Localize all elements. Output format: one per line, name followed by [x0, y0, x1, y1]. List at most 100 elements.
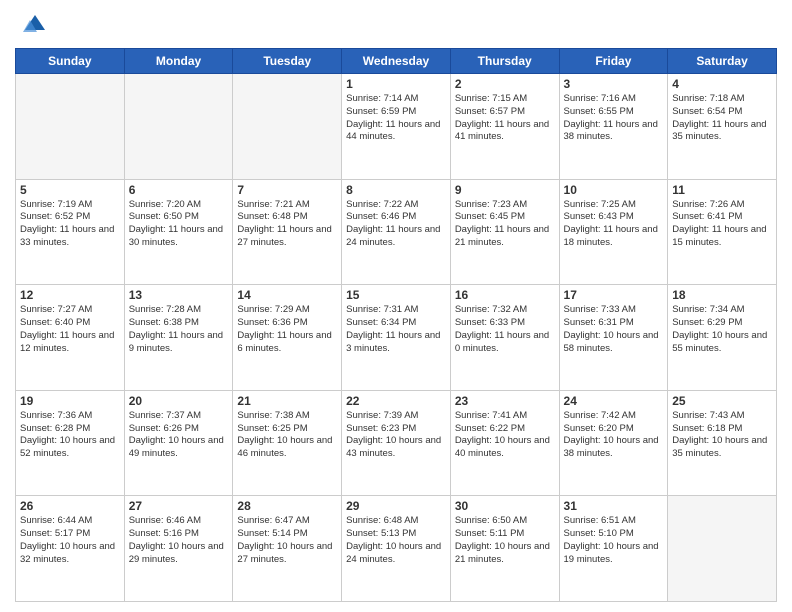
calendar-cell: 22Sunrise: 7:39 AM Sunset: 6:23 PM Dayli… — [342, 390, 451, 496]
calendar-cell: 23 Sunrise: 7:41 AM Sunset: 6:22 PM Dayli… — [450, 390, 559, 496]
day-info: Sunrise: 7:38 AM Sunset: 6:25 PM Dayligh… — [237, 410, 337, 461]
calendar-cell: 21Sunrise: 7:38 AM Sunset: 6:25 PM Dayli… — [233, 390, 342, 496]
day-info: Sunrise: 6:44 AM Sunset: 5:17 PM Dayligh… — [20, 515, 120, 566]
calendar-cell: 26 Sunrise: 6:44 AM Sunset: 5:17 PM Dayli… — [16, 496, 125, 602]
day-info: Sunrise: 7:37 AM Sunset: 6:26 PM Dayligh… — [129, 410, 229, 461]
day-number: 2 — [455, 77, 555, 91]
day-number: 19 — [20, 394, 120, 408]
day-number: 13 — [129, 288, 229, 302]
calendar-cell: 8 Sunrise: 7:22 AM Sunset: 6:46 PM Daylig… — [342, 179, 451, 285]
day-number: 1 — [346, 77, 446, 91]
day-number: 14 — [237, 288, 337, 302]
day-number: 23 — [455, 394, 555, 408]
day-info: Sunrise: 7:16 AM Sunset: 6:55 PM Dayligh… — [564, 93, 664, 144]
calendar-cell: 28Sunrise: 6:47 AM Sunset: 5:14 PM Dayli… — [233, 496, 342, 602]
calendar-cell: 18 Sunrise: 7:34 AM Sunset: 6:29 PM Dayli… — [668, 285, 777, 391]
day-info: Sunrise: 7:42 AM Sunset: 6:20 PM Dayligh… — [564, 410, 664, 461]
calendar-week-1: 5Sunrise: 7:19 AM Sunset: 6:52 PM Daylig… — [16, 179, 777, 285]
day-number: 28 — [237, 499, 337, 513]
day-info: Sunrise: 6:46 AM Sunset: 5:16 PM Dayligh… — [129, 515, 229, 566]
day-number: 20 — [129, 394, 229, 408]
day-number: 11 — [672, 183, 772, 197]
calendar-cell: 15 Sunrise: 7:31 AM Sunset: 6:34 PM Dayli… — [342, 285, 451, 391]
day-number: 15 — [346, 288, 446, 302]
day-number: 30 — [455, 499, 555, 513]
day-number: 18 — [672, 288, 772, 302]
calendar-week-2: 12Sunrise: 7:27 AM Sunset: 6:40 PM Dayli… — [16, 285, 777, 391]
day-info: Sunrise: 7:32 AM Sunset: 6:33 PM Dayligh… — [455, 304, 555, 355]
calendar-cell: 25 Sunrise: 7:43 AM Sunset: 6:18 PM Dayli… — [668, 390, 777, 496]
calendar-cell — [16, 74, 125, 180]
day-info: Sunrise: 7:36 AM Sunset: 6:28 PM Dayligh… — [20, 410, 120, 461]
page: SundayMondayTuesdayWednesdayThursdayFrid… — [0, 0, 792, 612]
day-info: Sunrise: 7:43 AM Sunset: 6:18 PM Dayligh… — [672, 410, 772, 461]
calendar-cell: 6 Sunrise: 7:20 AM Sunset: 6:50 PM Daylig… — [124, 179, 233, 285]
day-info: Sunrise: 6:51 AM Sunset: 5:10 PM Dayligh… — [564, 515, 664, 566]
day-number: 6 — [129, 183, 229, 197]
day-info: Sunrise: 7:15 AM Sunset: 6:57 PM Dayligh… — [455, 93, 555, 144]
logo — [15, 10, 49, 40]
day-number: 27 — [129, 499, 229, 513]
day-info: Sunrise: 7:18 AM Sunset: 6:54 PM Dayligh… — [672, 93, 772, 144]
day-info: Sunrise: 6:48 AM Sunset: 5:13 PM Dayligh… — [346, 515, 446, 566]
day-info: Sunrise: 7:31 AM Sunset: 6:34 PM Dayligh… — [346, 304, 446, 355]
calendar-cell: 27 Sunrise: 6:46 AM Sunset: 5:16 PM Dayli… — [124, 496, 233, 602]
day-info: Sunrise: 7:20 AM Sunset: 6:50 PM Dayligh… — [129, 199, 229, 250]
calendar-cell: 20 Sunrise: 7:37 AM Sunset: 6:26 PM Dayli… — [124, 390, 233, 496]
day-info: Sunrise: 7:33 AM Sunset: 6:31 PM Dayligh… — [564, 304, 664, 355]
day-number: 7 — [237, 183, 337, 197]
day-info: Sunrise: 7:14 AM Sunset: 6:59 PM Dayligh… — [346, 93, 446, 144]
day-number: 10 — [564, 183, 664, 197]
day-info: Sunrise: 6:50 AM Sunset: 5:11 PM Dayligh… — [455, 515, 555, 566]
calendar-cell: 5Sunrise: 7:19 AM Sunset: 6:52 PM Daylig… — [16, 179, 125, 285]
calendar-cell: 31Sunrise: 6:51 AM Sunset: 5:10 PM Dayli… — [559, 496, 668, 602]
day-number: 22 — [346, 394, 446, 408]
day-info: Sunrise: 7:26 AM Sunset: 6:41 PM Dayligh… — [672, 199, 772, 250]
day-info: Sunrise: 7:41 AM Sunset: 6:22 PM Dayligh… — [455, 410, 555, 461]
day-info: Sunrise: 7:28 AM Sunset: 6:38 PM Dayligh… — [129, 304, 229, 355]
header — [15, 10, 777, 40]
day-header-friday: Friday — [559, 49, 668, 74]
calendar-cell — [668, 496, 777, 602]
calendar-week-4: 26 Sunrise: 6:44 AM Sunset: 5:17 PM Dayli… — [16, 496, 777, 602]
day-info: Sunrise: 7:27 AM Sunset: 6:40 PM Dayligh… — [20, 304, 120, 355]
calendar-week-3: 19 Sunrise: 7:36 AM Sunset: 6:28 PM Dayli… — [16, 390, 777, 496]
calendar-header-row: SundayMondayTuesdayWednesdayThursdayFrid… — [16, 49, 777, 74]
calendar-cell: 2 Sunrise: 7:15 AM Sunset: 6:57 PM Daylig… — [450, 74, 559, 180]
day-number: 16 — [455, 288, 555, 302]
calendar-cell: 19 Sunrise: 7:36 AM Sunset: 6:28 PM Dayli… — [16, 390, 125, 496]
logo-icon — [15, 10, 45, 40]
calendar-cell: 10Sunrise: 7:25 AM Sunset: 6:43 PM Dayli… — [559, 179, 668, 285]
day-header-thursday: Thursday — [450, 49, 559, 74]
calendar-cell — [233, 74, 342, 180]
calendar-cell: 9 Sunrise: 7:23 AM Sunset: 6:45 PM Daylig… — [450, 179, 559, 285]
day-number: 17 — [564, 288, 664, 302]
calendar-cell: 24 Sunrise: 7:42 AM Sunset: 6:20 PM Dayli… — [559, 390, 668, 496]
calendar-cell: 30 Sunrise: 6:50 AM Sunset: 5:11 PM Dayli… — [450, 496, 559, 602]
calendar-cell — [124, 74, 233, 180]
calendar-cell: 29 Sunrise: 6:48 AM Sunset: 5:13 PM Dayli… — [342, 496, 451, 602]
day-number: 29 — [346, 499, 446, 513]
day-header-saturday: Saturday — [668, 49, 777, 74]
day-info: Sunrise: 7:34 AM Sunset: 6:29 PM Dayligh… — [672, 304, 772, 355]
day-number: 3 — [564, 77, 664, 91]
day-number: 9 — [455, 183, 555, 197]
day-header-sunday: Sunday — [16, 49, 125, 74]
day-info: Sunrise: 7:22 AM Sunset: 6:46 PM Dayligh… — [346, 199, 446, 250]
calendar-cell: 12Sunrise: 7:27 AM Sunset: 6:40 PM Dayli… — [16, 285, 125, 391]
day-header-wednesday: Wednesday — [342, 49, 451, 74]
day-number: 5 — [20, 183, 120, 197]
calendar-cell: 17 Sunrise: 7:33 AM Sunset: 6:31 PM Dayli… — [559, 285, 668, 391]
day-number: 26 — [20, 499, 120, 513]
day-number: 8 — [346, 183, 446, 197]
day-number: 24 — [564, 394, 664, 408]
calendar-cell: 14 Sunrise: 7:29 AM Sunset: 6:36 PM Dayli… — [233, 285, 342, 391]
day-info: Sunrise: 7:29 AM Sunset: 6:36 PM Dayligh… — [237, 304, 337, 355]
calendar-cell: 16 Sunrise: 7:32 AM Sunset: 6:33 PM Dayli… — [450, 285, 559, 391]
calendar-cell: 13 Sunrise: 7:28 AM Sunset: 6:38 PM Dayli… — [124, 285, 233, 391]
day-info: Sunrise: 7:23 AM Sunset: 6:45 PM Dayligh… — [455, 199, 555, 250]
day-number: 25 — [672, 394, 772, 408]
calendar-cell: 3 Sunrise: 7:16 AM Sunset: 6:55 PM Daylig… — [559, 74, 668, 180]
calendar-table: SundayMondayTuesdayWednesdayThursdayFrid… — [15, 48, 777, 602]
day-info: Sunrise: 7:21 AM Sunset: 6:48 PM Dayligh… — [237, 199, 337, 250]
